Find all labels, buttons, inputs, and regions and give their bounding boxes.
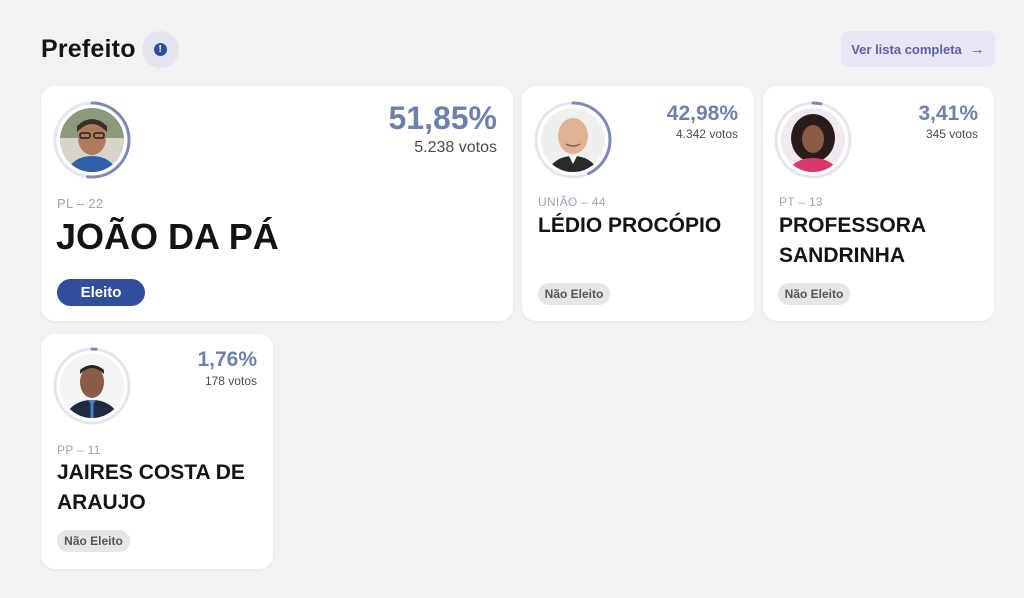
candidate-name-line1: PROFESSORA [779, 214, 927, 237]
elected-badge: Eleito [57, 279, 145, 306]
page-title: Prefeito [41, 34, 136, 63]
candidate-name-line1: JAIRES COSTA DE [57, 461, 245, 484]
vote-share-ring [52, 346, 132, 426]
vote-share-ring [52, 100, 132, 180]
vote-count: 178 votos [204, 374, 257, 388]
candidate-name: JOÃO DA PÁ [56, 216, 279, 257]
arrow-right-icon: → [969, 40, 985, 58]
candidate-photo [60, 354, 124, 418]
vote-percentage: 1,76% [197, 348, 257, 371]
candidate-photo [60, 108, 124, 172]
vote-percentage: 51,85% [388, 100, 497, 136]
info-button[interactable]: ! [141, 30, 179, 68]
not-elected-badge: Não Eleito [538, 283, 610, 305]
vote-percentage: 3,41% [918, 102, 978, 125]
candidate-card-jaires[interactable]: 1,76% 178 votos PP – 11 JAIRES COSTA DE … [41, 334, 273, 569]
not-elected-badge: Não Eleito [778, 283, 850, 305]
vote-share-ring [773, 100, 853, 180]
party-label: UNIÃO – 44 [538, 195, 606, 209]
candidate-name-line2: SANDRINHA [779, 244, 905, 267]
candidate-card-sandrinha[interactable]: 3,41% 345 votos PT – 13 PROFESSORA SANDR… [763, 86, 994, 321]
section-header: Prefeito ! Ver lista completa → [41, 28, 995, 70]
full-list-button[interactable]: Ver lista completa → [841, 31, 995, 67]
party-label: PL – 22 [57, 196, 104, 211]
candidate-photo [781, 108, 845, 172]
results-page: Prefeito ! Ver lista completa → 51,85% 5… [0, 0, 1024, 598]
vote-count: 4.342 votos [675, 127, 738, 141]
candidate-name: LÉDIO PROCÓPIO [538, 214, 722, 237]
party-label: PP – 11 [57, 443, 101, 457]
not-elected-badge: Não Eleito [57, 530, 130, 552]
candidate-name-line2: ARAUJO [57, 491, 146, 514]
candidate-card-ledio[interactable]: 42,98% 4.342 votos UNIÃO – 44 LÉDIO PROC… [522, 86, 754, 321]
candidate-card-joao[interactable]: 51,85% 5.238 votos PL – 22 JOÃO DA PÁ El… [41, 86, 513, 321]
full-list-label: Ver lista completa [851, 41, 962, 57]
info-icon: ! [153, 42, 167, 56]
candidate-photo [541, 108, 605, 172]
title-group: Prefeito ! [41, 30, 179, 68]
vote-share-ring [533, 100, 613, 180]
vote-percentage: 42,98% [666, 102, 738, 125]
party-label: PT – 13 [779, 195, 823, 209]
vote-count: 345 votos [925, 127, 978, 141]
vote-count: 5.238 votos [414, 139, 497, 156]
